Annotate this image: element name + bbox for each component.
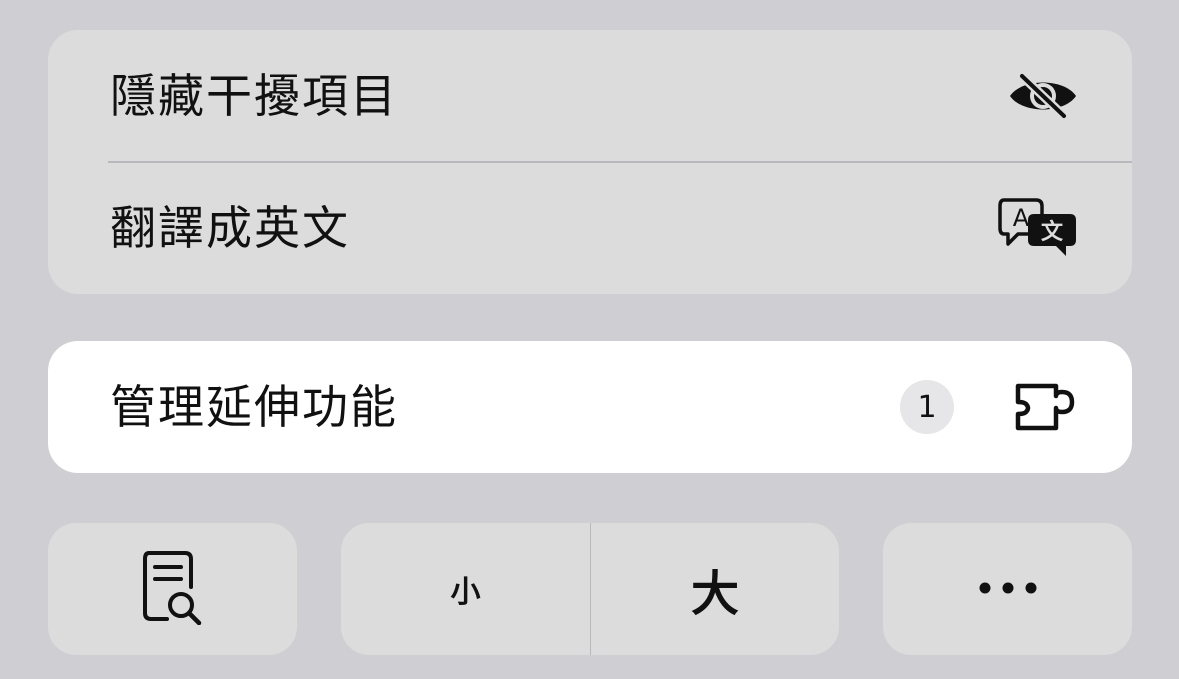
- translate-to-english-row[interactable]: 翻譯成英文 A 文: [48, 162, 1132, 294]
- hide-distracting-items-row[interactable]: 隱藏干擾項目: [48, 30, 1132, 163]
- increase-text-size-label: 大: [690, 566, 739, 622]
- more-options-button[interactable]: [883, 523, 1132, 655]
- ellipsis-icon: [978, 580, 1038, 599]
- svg-text:A: A: [1013, 204, 1030, 232]
- increase-text-size-button[interactable]: 大: [591, 523, 839, 655]
- reader-button[interactable]: [48, 523, 297, 655]
- hide-distracting-items-label: 隱藏干擾項目: [110, 69, 398, 123]
- extensions-count-badge: 1: [900, 380, 954, 434]
- manage-extensions-row[interactable]: 管理延伸功能 1: [48, 341, 1132, 473]
- translate-bubbles-icon: A 文: [998, 198, 1078, 258]
- eye-slash-icon: [1008, 72, 1078, 120]
- page-menu-group: 隱藏干擾項目 翻譯成英文 A 文: [48, 30, 1132, 294]
- reader-document-icon: [141, 549, 205, 629]
- translate-to-english-label: 翻譯成英文: [110, 201, 350, 255]
- decrease-text-size-label: 小: [450, 575, 481, 610]
- puzzle-piece-icon: [1012, 382, 1078, 432]
- decrease-text-size-button[interactable]: 小: [341, 523, 590, 655]
- svg-text:文: 文: [1041, 219, 1064, 245]
- manage-extensions-label: 管理延伸功能: [110, 380, 398, 434]
- manage-extensions-group: 管理延伸功能 1: [48, 341, 1132, 473]
